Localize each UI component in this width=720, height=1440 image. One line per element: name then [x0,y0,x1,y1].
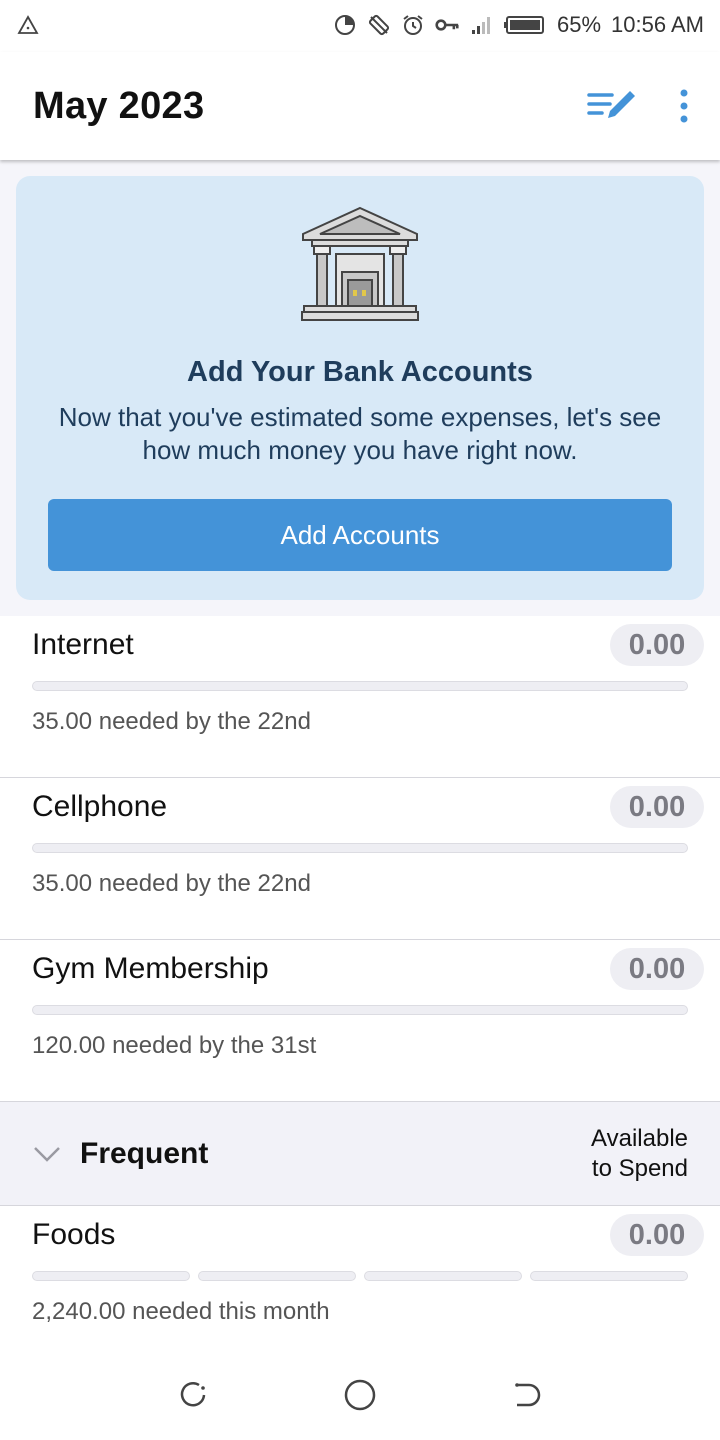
list-item[interactable]: Internet 0.00 35.00 needed by the 22nd [0,616,720,778]
progress-bar [32,1005,688,1015]
item-name: Foods [32,1218,116,1251]
edit-list-icon [587,91,635,118]
back-icon [514,1383,540,1407]
add-accounts-button[interactable]: Add Accounts [48,499,672,571]
battery-icon [504,16,544,34]
progress-segment [198,1271,356,1281]
rotation-lock-icon [368,14,390,36]
main-content: Add Your Bank Accounts Now that you've e… [0,160,720,1368]
frequent-section-header[interactable]: Frequent Available to Spend [0,1102,720,1206]
signal-icon [472,17,490,34]
status-bar: 65% 10:56 AM [0,0,720,50]
vpn-key-icon [435,19,459,31]
clock-time: 10:56 AM [611,12,704,37]
column-label-line1: Available [591,1124,688,1152]
recents-icon [181,1382,206,1407]
more-options-button[interactable] [678,88,690,124]
list-item[interactable]: Gym Membership 0.00 120.00 needed by the… [0,940,720,1102]
progress-segment [32,1271,190,1281]
system-nav-bar [0,1350,720,1440]
back-button[interactable] [497,1365,557,1425]
item-subtitle: 2,240.00 needed this month [32,1298,330,1325]
progress-segment [530,1271,688,1281]
add-bank-accounts-banner: Add Your Bank Accounts Now that you've e… [16,176,704,600]
item-subtitle: 35.00 needed by the 22nd [32,870,311,897]
progress-bar [32,681,688,691]
warning-triangle-icon [17,15,39,34]
battery-percent: 65% [557,12,602,37]
home-button[interactable] [330,1365,390,1425]
progress-segment [364,1271,522,1281]
edit-budget-button[interactable] [586,88,638,124]
list-item[interactable]: Cellphone 0.00 35.00 needed by the 22nd [0,778,720,940]
home-circle-icon [344,1379,376,1411]
more-vert-icon [680,89,688,123]
recents-button[interactable] [163,1365,223,1425]
available-amount: 0.00 [610,786,704,828]
data-saver-icon [335,15,355,35]
section-title: Frequent [80,1136,209,1170]
alarm-icon [403,15,423,35]
available-amount: 0.00 [610,948,704,990]
list-item[interactable]: Foods 0.00 2,240.00 needed this month [0,1206,720,1368]
chevron-down-icon [34,1146,60,1162]
page-title: May 2023 [33,84,205,127]
progress-bar [32,843,688,853]
item-subtitle: 35.00 needed by the 22nd [32,708,311,735]
item-name: Cellphone [32,790,168,823]
bank-icon [301,206,419,321]
item-name: Internet [32,628,134,661]
banner-description: Now that you've estimated some expenses,… [58,402,662,465]
item-subtitle: 120.00 needed by the 31st [32,1032,317,1059]
app-bar: May 2023 [0,52,720,160]
column-label-line2: to Spend [591,1154,688,1182]
banner-title: Add Your Bank Accounts [187,356,533,388]
available-amount: 0.00 [610,1214,704,1256]
available-to-spend-label: Available to Spend [578,1124,688,1184]
available-amount: 0.00 [610,624,704,666]
budget-list: Internet 0.00 35.00 needed by the 22nd C… [0,616,720,1368]
item-name: Gym Membership [32,952,269,985]
